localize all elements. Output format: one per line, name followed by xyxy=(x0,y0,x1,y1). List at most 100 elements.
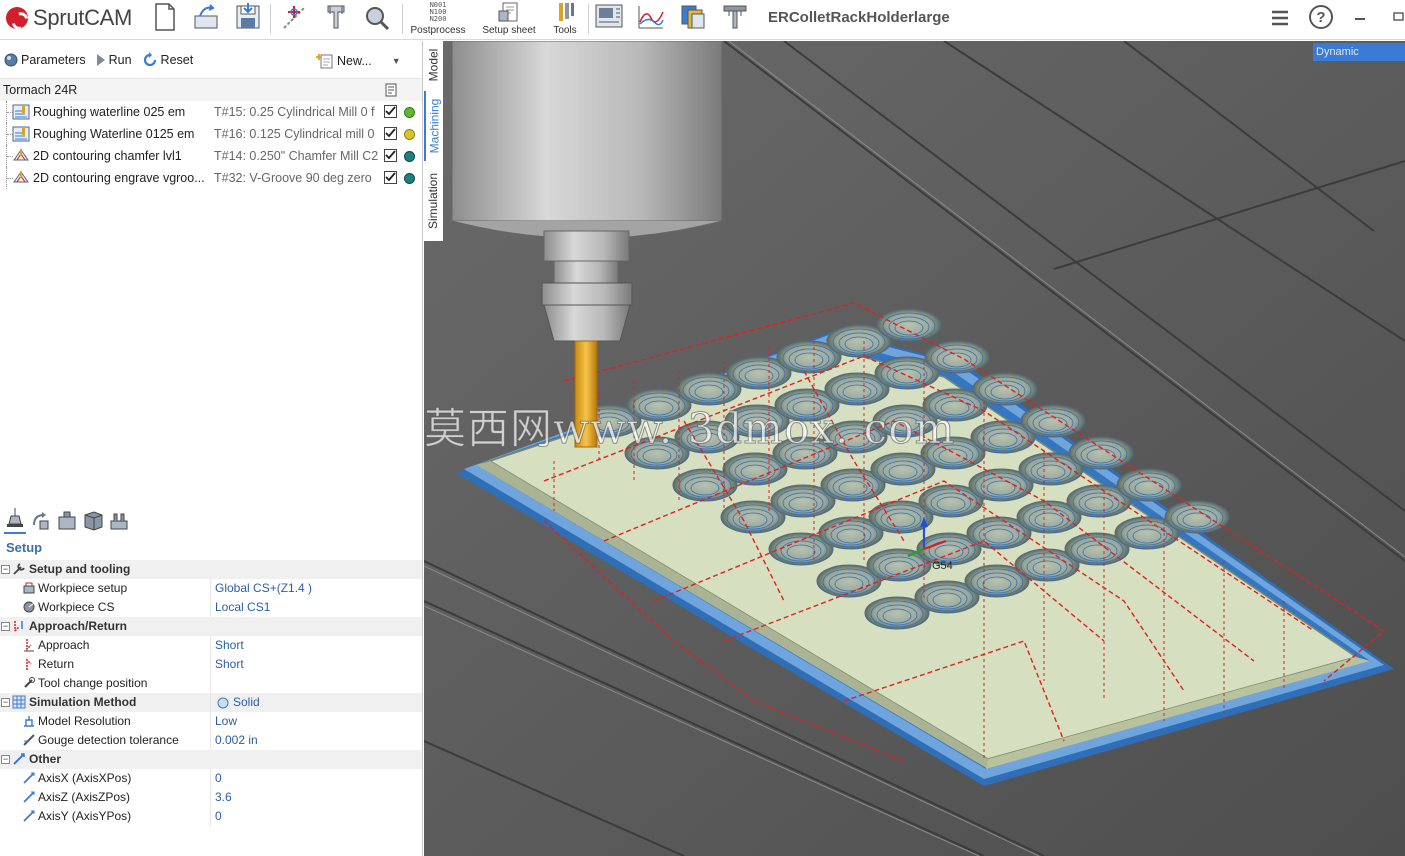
property-value[interactable]: 0.002 in xyxy=(215,731,258,750)
property-row[interactable]: Model Resolution Low xyxy=(0,712,422,731)
group-setup-tooling[interactable]: − Setup and tooling xyxy=(0,560,422,579)
postprocess-button[interactable]: N001 N100 N200 Postprocess xyxy=(408,1,468,37)
property-value[interactable]: Short xyxy=(215,636,244,655)
setup-sheet-icon xyxy=(498,2,518,22)
property-value[interactable]: 3.6 xyxy=(215,788,232,807)
new-operation-icon xyxy=(316,54,333,69)
nc-code-icon: N001 N100 N200 xyxy=(429,1,447,23)
property-name: Workpiece CS xyxy=(38,600,115,614)
view-mode-dropdown[interactable]: Dynamic xyxy=(1313,43,1405,61)
caliper-icon xyxy=(327,5,345,29)
machine-control-button[interactable] xyxy=(594,2,624,36)
property-row[interactable]: AxisY (AxisYPos) 0 xyxy=(0,807,422,826)
tab-model[interactable]: Model xyxy=(424,43,443,87)
checkbox-checked-icon[interactable] xyxy=(384,171,397,184)
layers-icon xyxy=(681,5,705,29)
machine-setup-icon xyxy=(7,508,23,527)
graph-button[interactable] xyxy=(636,2,666,36)
minimize-icon xyxy=(1355,18,1365,20)
measure-tool-button[interactable] xyxy=(322,2,350,36)
operation-row[interactable]: 2D contouring chamfer lvl1 T#14: 0.250" … xyxy=(0,145,422,167)
approach-return-icon xyxy=(14,621,23,632)
property-row[interactable]: AxisZ (AxisZPos) 3.6 xyxy=(0,788,422,807)
waterline-operation-icon xyxy=(12,104,30,120)
checkbox-checked-icon[interactable] xyxy=(384,105,397,118)
menu-button[interactable] xyxy=(1270,9,1290,30)
property-value[interactable]: Solid xyxy=(233,693,260,712)
operation-row[interactable]: 2D contouring engrave vgroo... T#32: V-G… xyxy=(0,167,422,189)
machine-name: Tormach 24R xyxy=(3,83,78,97)
property-name: AxisY (AxisYPos) xyxy=(38,809,132,823)
collapse-icon[interactable]: − xyxy=(1,755,10,764)
property-value[interactable]: Global CS+(Z1.4 ) xyxy=(215,579,312,598)
save-icon xyxy=(236,3,260,29)
collapse-icon[interactable]: − xyxy=(1,565,10,574)
help-button[interactable]: ? xyxy=(1308,4,1334,33)
property-row[interactable]: Workpiece setup Global CS+(Z1.4 ) xyxy=(0,579,422,598)
operation-tool: T#15: 0.25 Cylindrical Mill 0 f xyxy=(214,105,375,119)
collet-hole xyxy=(1116,468,1182,502)
3d-viewport[interactable]: G54 Dynamic xyxy=(424,41,1405,856)
property-value[interactable]: Local CS1 xyxy=(215,598,270,617)
fixture-button[interactable] xyxy=(720,2,750,36)
transform-tab-button[interactable] xyxy=(30,509,52,534)
property-row[interactable]: Gouge detection tolerance 0.002 in xyxy=(0,731,422,750)
operation-row[interactable]: Roughing Waterline 0125 em T#16: 0.125 C… xyxy=(0,123,422,145)
property-row[interactable]: Return Short xyxy=(0,655,422,674)
group-label: Setup and tooling xyxy=(29,562,131,576)
collapse-icon[interactable]: − xyxy=(1,622,10,631)
axis-icon xyxy=(23,791,35,803)
zoom-tool-button[interactable] xyxy=(362,2,392,36)
property-row[interactable]: Workpiece CS Local CS1 xyxy=(0,598,422,617)
property-row[interactable]: Tool change position xyxy=(0,674,422,693)
minimize-button[interactable] xyxy=(1353,12,1367,26)
group-approach-return[interactable]: − Approach/Return xyxy=(0,617,422,636)
new-operation-button[interactable]: New... ▼ xyxy=(316,53,401,69)
checkbox-checked-icon[interactable] xyxy=(384,149,397,162)
snap-icon xyxy=(283,6,305,29)
stock-tab-button[interactable] xyxy=(82,509,104,534)
restore-icon xyxy=(1393,12,1404,21)
run-button[interactable]: Run xyxy=(96,53,132,67)
setup-tab-button[interactable] xyxy=(4,506,26,534)
parameters-label: Parameters xyxy=(21,52,86,67)
restore-button[interactable] xyxy=(1392,10,1404,25)
operations-toolbar: Parameters Run Reset New... ▼ xyxy=(0,41,422,79)
property-value[interactable]: Short xyxy=(215,655,244,674)
group-other[interactable]: − Other xyxy=(0,750,422,769)
property-value[interactable]: 0 xyxy=(215,807,222,826)
axis-icon xyxy=(13,753,25,765)
property-value[interactable]: Low xyxy=(215,712,237,731)
new-project-button[interactable] xyxy=(152,2,178,36)
setup-sheet-button[interactable]: Setup sheet xyxy=(478,2,540,36)
machine-document-icon[interactable] xyxy=(385,83,397,97)
parameters-button[interactable]: Parameters xyxy=(4,53,86,67)
property-value[interactable]: 0 xyxy=(215,769,222,788)
property-row[interactable]: AxisX (AxisXPos) 0 xyxy=(0,769,422,788)
property-row[interactable]: Approach Short xyxy=(0,636,422,655)
properties-table: − Setup and tooling Workpiece setup Glob… xyxy=(0,560,422,826)
property-name: Return xyxy=(38,657,75,671)
tab-machining[interactable]: Machining xyxy=(424,91,443,161)
reset-button[interactable]: Reset xyxy=(142,51,193,68)
operation-row[interactable]: Roughing waterline 025 em T#15: 0.25 Cyl… xyxy=(0,101,422,123)
operation-tool: T#14: 0.250" Chamfer Mill C2 xyxy=(214,149,379,163)
machine-node[interactable]: Tormach 24R xyxy=(0,79,422,101)
checkbox-checked-icon[interactable] xyxy=(384,127,397,140)
chart-icon xyxy=(638,6,664,29)
group-label: Simulation Method xyxy=(29,695,137,709)
collapse-icon[interactable]: − xyxy=(1,698,10,707)
fixture-tab-button[interactable] xyxy=(108,509,130,534)
group-simulation-method[interactable]: − Simulation Method Solid xyxy=(0,693,422,712)
open-project-button[interactable] xyxy=(192,2,220,36)
tools-button[interactable]: Tools xyxy=(548,2,582,36)
save-project-button[interactable] xyxy=(234,2,262,36)
operations-list: Roughing waterline 025 em T#15: 0.25 Cyl… xyxy=(0,101,422,189)
layers-button[interactable] xyxy=(678,2,708,36)
fixture-setup-icon xyxy=(110,513,128,530)
tab-simulation[interactable]: Simulation xyxy=(424,165,443,237)
chevron-down-icon[interactable]: ▼ xyxy=(392,56,401,66)
workpiece-tab-button[interactable] xyxy=(56,509,78,534)
grid-icon xyxy=(12,695,26,709)
snap-tool-button[interactable] xyxy=(280,2,308,36)
